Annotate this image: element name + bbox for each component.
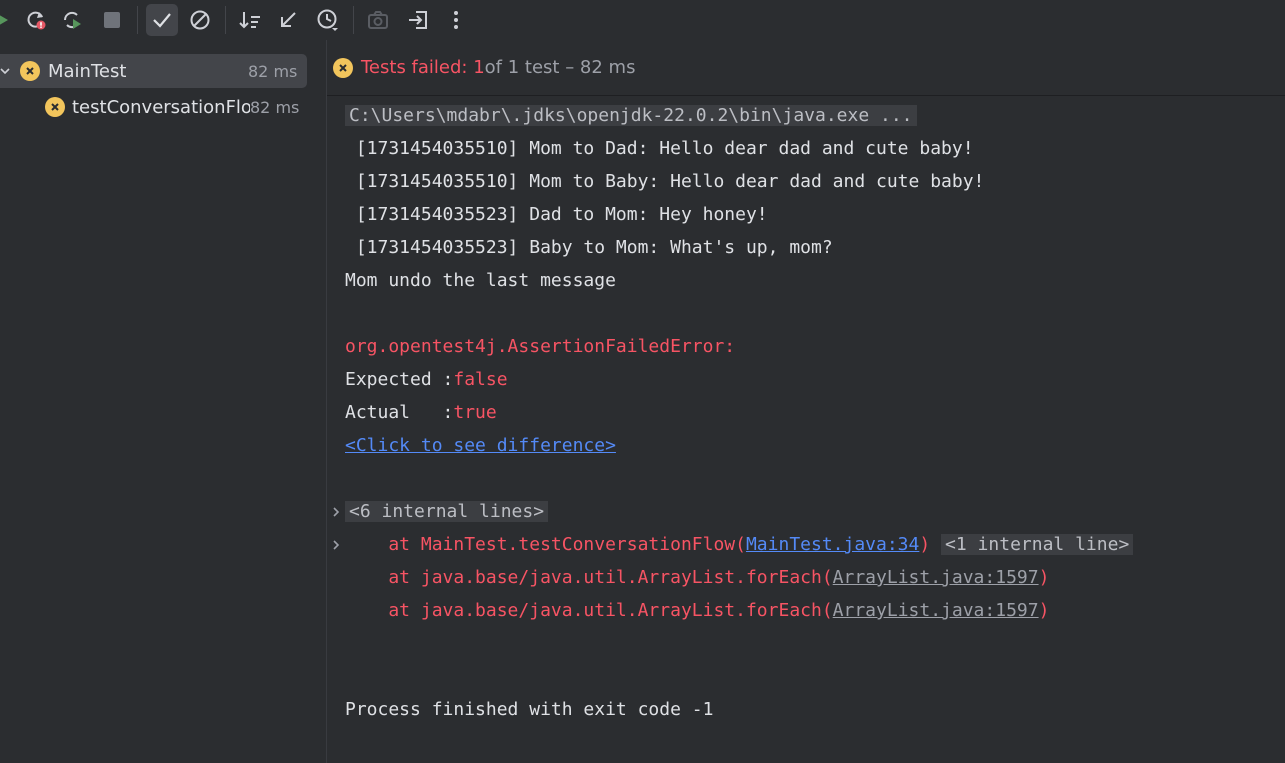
rerun-toggle-icon[interactable] (56, 4, 88, 36)
collapse-icon[interactable] (272, 4, 304, 36)
trace-source-link[interactable]: ArrayList.java:1597 (833, 600, 1039, 621)
test-failed-icon (333, 57, 353, 78)
show-passed-icon[interactable] (146, 4, 178, 36)
error-type: org.opentest4j.AssertionFailedError: (345, 336, 736, 357)
stack-trace-line: at MainTest.testConversationFlow(MainTes… (345, 528, 1134, 561)
trace-source-link[interactable]: MainTest.java:34 (746, 534, 919, 555)
internal-lines-fold[interactable]: <6 internal lines> (345, 501, 549, 522)
diff-link[interactable]: <Click to see difference> (345, 435, 616, 456)
expected-line: Expected :false (345, 363, 508, 396)
stack-trace-line: at java.base/java.util.ArrayList.forEach… (345, 594, 1049, 627)
history-icon[interactable] (312, 4, 344, 36)
chevron-down-icon[interactable] (0, 66, 10, 76)
internal-lines-line: <6 internal lines> (345, 495, 549, 528)
tree-item-time: 82 ms (248, 61, 298, 81)
expected-label: Expected : (345, 369, 454, 390)
status-summary: of 1 test – 82 ms (484, 57, 636, 78)
diff-link-line: <Click to see difference> (345, 429, 616, 462)
trace-text: at MainTest.testConversationFlow( (345, 534, 746, 555)
stack-trace-line: at java.base/java.util.ArrayList.forEach… (345, 561, 1049, 594)
console-line: [1731454035523] Dad to Mom: Hey honey! (345, 204, 768, 225)
actual-line: Actual :true (345, 396, 497, 429)
console-line: [1731454035510] Mom to Dad: Hello dear d… (345, 138, 974, 159)
trace-text: at java.base/java.util.ArrayList.forEach… (345, 567, 833, 588)
trace-text: ) (1038, 600, 1050, 621)
status-failed-label: Tests failed: 1 (361, 57, 485, 78)
actual-value: true (453, 402, 497, 423)
chevron-right-icon[interactable] (331, 495, 341, 528)
stop-icon[interactable] (96, 4, 128, 36)
tree-item-label: testConversationFlow (72, 96, 250, 118)
console-line: [1731454035523] Baby to Mom: What's up, … (345, 237, 833, 258)
test-status: Tests failed: 1 of 1 test – 82 ms (327, 40, 1285, 96)
exit-code-line: Process finished with exit code -1 (345, 699, 714, 720)
tree-item-label: MainTest (48, 60, 127, 82)
console-command: C:\Users\mdabr\.jdks\openjdk-22.0.2\bin\… (345, 99, 917, 132)
test-output-panel: Tests failed: 1 of 1 test – 82 ms C:\Use… (327, 40, 1285, 763)
actual-label: Actual : (345, 402, 454, 423)
rerun-failed-icon[interactable] (20, 4, 52, 36)
sort-icon[interactable] (234, 4, 266, 36)
trace-source-link[interactable]: ArrayList.java:1597 (833, 567, 1039, 588)
tree-item-time: 82 ms (250, 97, 300, 117)
trace-text: ) (1038, 567, 1050, 588)
rerun-icon[interactable] (0, 4, 18, 36)
console-output[interactable]: C:\Users\mdabr\.jdks\openjdk-22.0.2\bin\… (327, 97, 1285, 763)
test-failed-icon (45, 97, 65, 117)
trace-text: at java.base/java.util.ArrayList.forEach… (345, 600, 833, 621)
chevron-right-icon[interactable] (331, 528, 341, 561)
tree-item-maintest[interactable]: MainTest 82 ms (0, 54, 307, 88)
screenshot-icon[interactable] (362, 4, 394, 36)
test-toolbar (0, 0, 1285, 40)
tree-item-testconversationflow[interactable]: testConversationFlow 82 ms (45, 90, 307, 124)
internal-line-fold[interactable]: <1 internal line> (941, 534, 1134, 555)
test-tree: MainTest 82 ms testConversationFlow 82 m… (0, 40, 326, 763)
expected-value: false (453, 369, 508, 390)
show-ignored-icon[interactable] (184, 4, 216, 36)
console-line: Mom undo the last message (345, 270, 616, 291)
export-icon[interactable] (402, 4, 434, 36)
more-icon[interactable] (440, 4, 472, 36)
command-line[interactable]: C:\Users\mdabr\.jdks\openjdk-22.0.2\bin\… (345, 105, 917, 126)
trace-text: ) (919, 534, 931, 555)
test-failed-icon (20, 61, 40, 81)
console-line: [1731454035510] Mom to Baby: Hello dear … (345, 171, 985, 192)
